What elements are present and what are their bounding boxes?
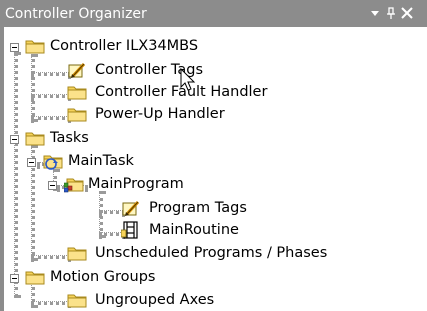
folder-icon <box>25 132 45 146</box>
dropdown-arrow-icon[interactable] <box>368 6 382 20</box>
close-icon[interactable] <box>400 6 414 20</box>
tree-node-label: Tasks <box>50 130 89 146</box>
folder-icon <box>25 271 45 285</box>
folder-icon <box>67 294 87 308</box>
tree-node-label: Power-Up Handler <box>95 106 225 122</box>
collapse-icon[interactable] <box>27 158 36 167</box>
tree-node-motion-groups[interactable]: Motion Groups <box>4 268 304 290</box>
tree-node-label: Controller Tags <box>95 62 204 78</box>
folder-icon <box>67 108 87 122</box>
controller-organizer-window: Controller Organizer Controller ILX34MBS… <box>0 0 427 311</box>
tree-node-fault-handler[interactable]: Controller Fault Handler <box>4 83 304 105</box>
panel-title: Controller Organizer <box>5 6 147 22</box>
collapse-icon[interactable] <box>10 135 19 144</box>
collapse-icon[interactable] <box>48 181 57 190</box>
task-folder-icon <box>43 155 63 170</box>
ladder-routine-icon <box>121 221 138 239</box>
tree-node-controller[interactable]: Controller ILX34MBS <box>4 37 304 59</box>
tree-node-main-program[interactable]: MainProgram <box>4 175 304 197</box>
tree-node-main-task[interactable]: MainTask <box>4 152 304 174</box>
collapse-icon[interactable] <box>10 274 19 283</box>
tree-node-label: Motion Groups <box>50 269 156 285</box>
organizer-tree[interactable]: Controller ILX34MBS Controller Tags Cont… <box>4 27 427 311</box>
folder-icon <box>25 40 45 54</box>
folder-icon <box>67 86 87 100</box>
tree-node-label: Ungrouped Axes <box>95 292 215 308</box>
tree-node-tasks[interactable]: Tasks <box>4 129 304 151</box>
tree-node-label: Controller Fault Handler <box>95 84 268 100</box>
panel-titlebar: Controller Organizer <box>0 0 427 27</box>
tree-node-unscheduled[interactable]: Unscheduled Programs / Phases <box>4 244 334 266</box>
tree-node-program-tags[interactable]: Program Tags <box>4 199 304 221</box>
tree-node-main-routine[interactable]: MainRoutine <box>4 221 304 243</box>
tree-node-ungrouped-axes[interactable]: Ungrouped Axes <box>4 291 304 311</box>
tree-node-label: Program Tags <box>149 200 247 216</box>
program-folder-icon <box>64 178 84 193</box>
folder-icon <box>67 247 87 261</box>
tree-node-label: MainProgram <box>88 176 184 192</box>
collapse-icon[interactable] <box>10 43 19 52</box>
tag-edit-icon <box>122 200 140 216</box>
tree-node-powerup-handler[interactable]: Power-Up Handler <box>4 105 304 127</box>
tree-node-label: Controller ILX34MBS <box>50 38 199 54</box>
tree-node-label: Unscheduled Programs / Phases <box>95 245 328 261</box>
pin-icon[interactable] <box>384 6 398 20</box>
tag-edit-icon <box>68 62 86 78</box>
tree-node-controller-tags[interactable]: Controller Tags <box>4 61 304 83</box>
tree-node-label: MainTask <box>68 153 134 169</box>
tree-node-label: MainRoutine <box>149 222 239 238</box>
